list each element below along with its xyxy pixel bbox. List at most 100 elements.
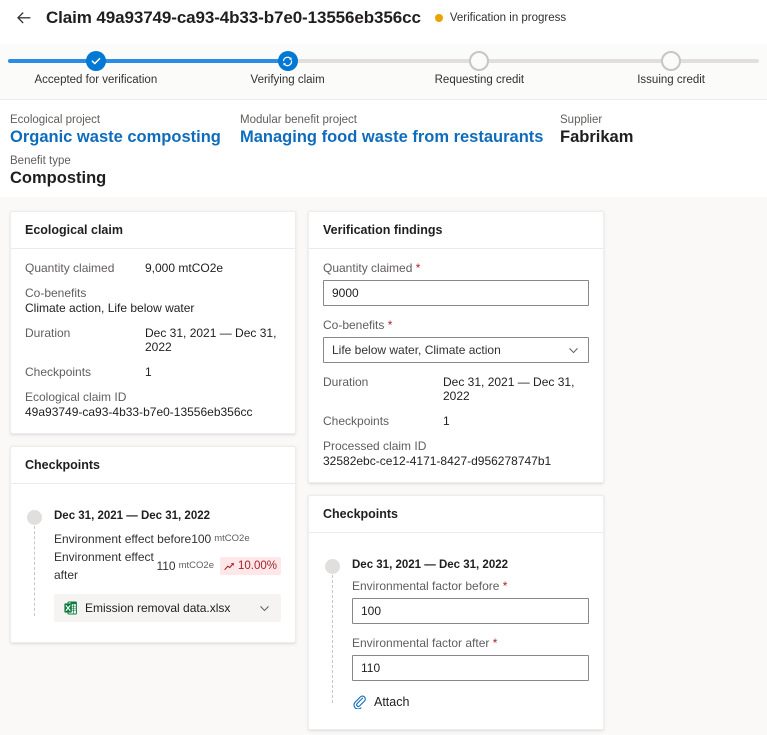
timeline-connector <box>34 526 35 616</box>
card-body: Quantity claimed 9,000 mtCO2e Co-benefit… <box>11 249 295 433</box>
row-duration: Duration Dec 31, 2021 — Dec 31, 2022 <box>323 375 589 403</box>
field-label-text: Co-benefits <box>323 318 385 332</box>
effect-after-label: Environment effect after <box>54 550 154 582</box>
environmental-factor-after-input[interactable] <box>352 655 589 681</box>
attachment-chip[interactable]: Emission removal data.xlsx <box>54 594 281 622</box>
left-column: Ecological claim Quantity claimed 9,000 … <box>10 211 296 643</box>
environmental-factor-before-input[interactable] <box>352 598 589 624</box>
row-label: Duration <box>25 326 71 340</box>
status-dot-icon <box>434 14 443 22</box>
effect-before-value: 100 <box>191 532 212 546</box>
timeline-dot-icon <box>27 510 42 525</box>
timeline-item: Dec 31, 2021 — Dec 31, 2022 Environmenta… <box>323 559 589 709</box>
row-checkpoints-count: Checkpoints 1 <box>323 414 589 428</box>
field-label: Co-benefits * <box>323 318 589 332</box>
page-header: Claim 49a93749-ca93-4b33-b7e0-13556eb356… <box>0 0 767 36</box>
ecological-project-link[interactable]: Organic waste composting <box>10 128 240 147</box>
chevron-down-icon[interactable] <box>258 602 271 615</box>
field-label: Environmental factor after * <box>352 636 589 650</box>
row-value: 1 <box>145 365 152 379</box>
stepper-track-fill <box>8 59 292 63</box>
card-title: Checkpoints <box>309 496 603 533</box>
quantity-claimed-input[interactable] <box>323 280 589 306</box>
required-marker: * <box>502 579 508 593</box>
step-label: Requesting credit <box>434 74 525 86</box>
summary-field-benefit-type: Benefit type Composting <box>10 155 240 188</box>
row-value: 9,000 mtCO2e <box>145 261 224 275</box>
environment-effect-before-row: Environment effect before 100 mtCO2e <box>54 530 281 548</box>
page-title: Claim 49a93749-ca93-4b33-b7e0-13556eb356… <box>46 8 421 27</box>
row-duration: Duration Dec 31, 2021 — Dec 31, 2022 <box>25 326 281 354</box>
check-icon <box>91 57 101 65</box>
step-label: Issuing credit <box>637 74 705 86</box>
field-environmental-factor-after: Environmental factor after * <box>352 636 589 681</box>
timeline-connector <box>332 575 333 703</box>
field-label: Benefit type <box>10 155 71 167</box>
card-body: Dec 31, 2021 — Dec 31, 2022 Environment … <box>11 484 295 642</box>
checkpoint-date-range: Dec 31, 2021 — Dec 31, 2022 <box>54 510 211 522</box>
row-label: Duration <box>323 375 369 389</box>
effect-before-unit: mtCO2e <box>214 533 250 544</box>
verification-findings-card: Verification findings Quantity claimed * <box>308 211 604 483</box>
status-badge: Verification in progress <box>434 12 566 24</box>
field-label-text: Environmental factor after <box>352 636 490 650</box>
timeline-item: Dec 31, 2021 — Dec 31, 2022 Environment … <box>25 510 281 622</box>
required-marker: * <box>415 261 421 275</box>
row-label: Quantity claimed <box>25 261 115 275</box>
step-node-done[interactable] <box>85 51 106 71</box>
field-label-text: Quantity claimed <box>323 261 413 275</box>
field-environmental-factor-before: Environmental factor before * <box>352 579 589 624</box>
card-title: Verification findings <box>309 212 603 249</box>
required-marker: * <box>387 318 393 332</box>
chevron-down-icon[interactable] <box>567 344 580 357</box>
required-marker: * <box>492 636 498 650</box>
step-node-pending[interactable] <box>469 51 490 71</box>
effect-before-label: Environment effect before <box>54 532 192 546</box>
step-node-pending[interactable] <box>661 51 682 71</box>
supplier-value: Fabrikam <box>560 128 634 146</box>
field-label: Modular benefit project <box>240 114 357 126</box>
right-column: Verification findings Quantity claimed * <box>308 211 604 730</box>
cobenefits-selected-value: Life below water, Climate action <box>332 343 501 357</box>
timeline-dot-icon <box>325 559 340 574</box>
modular-benefit-project-link[interactable]: Managing food waste from restaurants <box>240 128 560 147</box>
paperclip-icon <box>352 695 366 709</box>
row-ecological-claim-id: Ecological claim ID 49a93749-ca93-4b33-b… <box>25 390 281 419</box>
environment-effect-after-row: Environment effect after 110 mtCO2e 10.0… <box>54 548 281 584</box>
progress-stepper: Accepted for verification Verifying clai… <box>0 44 767 100</box>
left-checkpoints-card: Checkpoints Dec 31, 2021 — Dec 31, 2022 … <box>10 446 296 643</box>
trend-up-icon <box>224 562 234 570</box>
field-cobenefits: Co-benefits * Life below water, Climate … <box>323 318 589 363</box>
row-cobenefits: Co-benefits Climate action, Life below w… <box>25 286 281 315</box>
row-value: Dec 31, 2021 — Dec 31, 2022 <box>443 375 575 403</box>
attachment-name: Emission removal data.xlsx <box>85 601 231 615</box>
card-title: Ecological claim <box>11 212 295 249</box>
summary-field-ecological-project: Ecological project Organic waste compost… <box>10 114 240 147</box>
summary-row-secondary: Benefit type Composting <box>10 155 757 188</box>
field-label: Environmental factor before * <box>352 579 589 593</box>
card-body: Dec 31, 2021 — Dec 31, 2022 Environmenta… <box>309 533 603 729</box>
field-label: Supplier <box>560 114 603 126</box>
field-label: Ecological project <box>10 114 101 126</box>
row-label: Checkpoints <box>25 365 92 379</box>
step-node-current[interactable] <box>277 51 298 71</box>
row-processed-claim-id: Processed claim ID 32582ebc-ce12-4171-84… <box>323 439 589 468</box>
step-label: Verifying claim <box>250 74 325 86</box>
step-label: Accepted for verification <box>34 74 158 86</box>
effect-after-unit: mtCO2e <box>178 560 214 571</box>
content-area: Ecological claim Quantity claimed 9,000 … <box>0 197 767 735</box>
summary-row-primary: Ecological project Organic waste compost… <box>10 114 757 147</box>
row-label: Checkpoints <box>323 414 390 428</box>
row-label: Processed claim ID <box>323 439 427 453</box>
row-label: Co-benefits <box>25 286 87 300</box>
effect-after-value: 110 <box>156 559 176 573</box>
claim-detail-page: Claim 49a93749-ca93-4b33-b7e0-13556eb356… <box>0 0 767 735</box>
attach-button[interactable]: Attach <box>352 695 589 709</box>
row-value: 1 <box>443 414 450 428</box>
checkpoint-timeline: Dec 31, 2021 — Dec 31, 2022 Environmenta… <box>323 545 589 715</box>
row-value: Climate action, Life below water <box>25 301 195 315</box>
cobenefits-dropdown[interactable]: Life below water, Climate action <box>323 337 589 363</box>
back-button[interactable] <box>12 6 36 30</box>
sync-icon <box>283 56 293 66</box>
ecological-claim-card: Ecological claim Quantity claimed 9,000 … <box>10 211 296 434</box>
